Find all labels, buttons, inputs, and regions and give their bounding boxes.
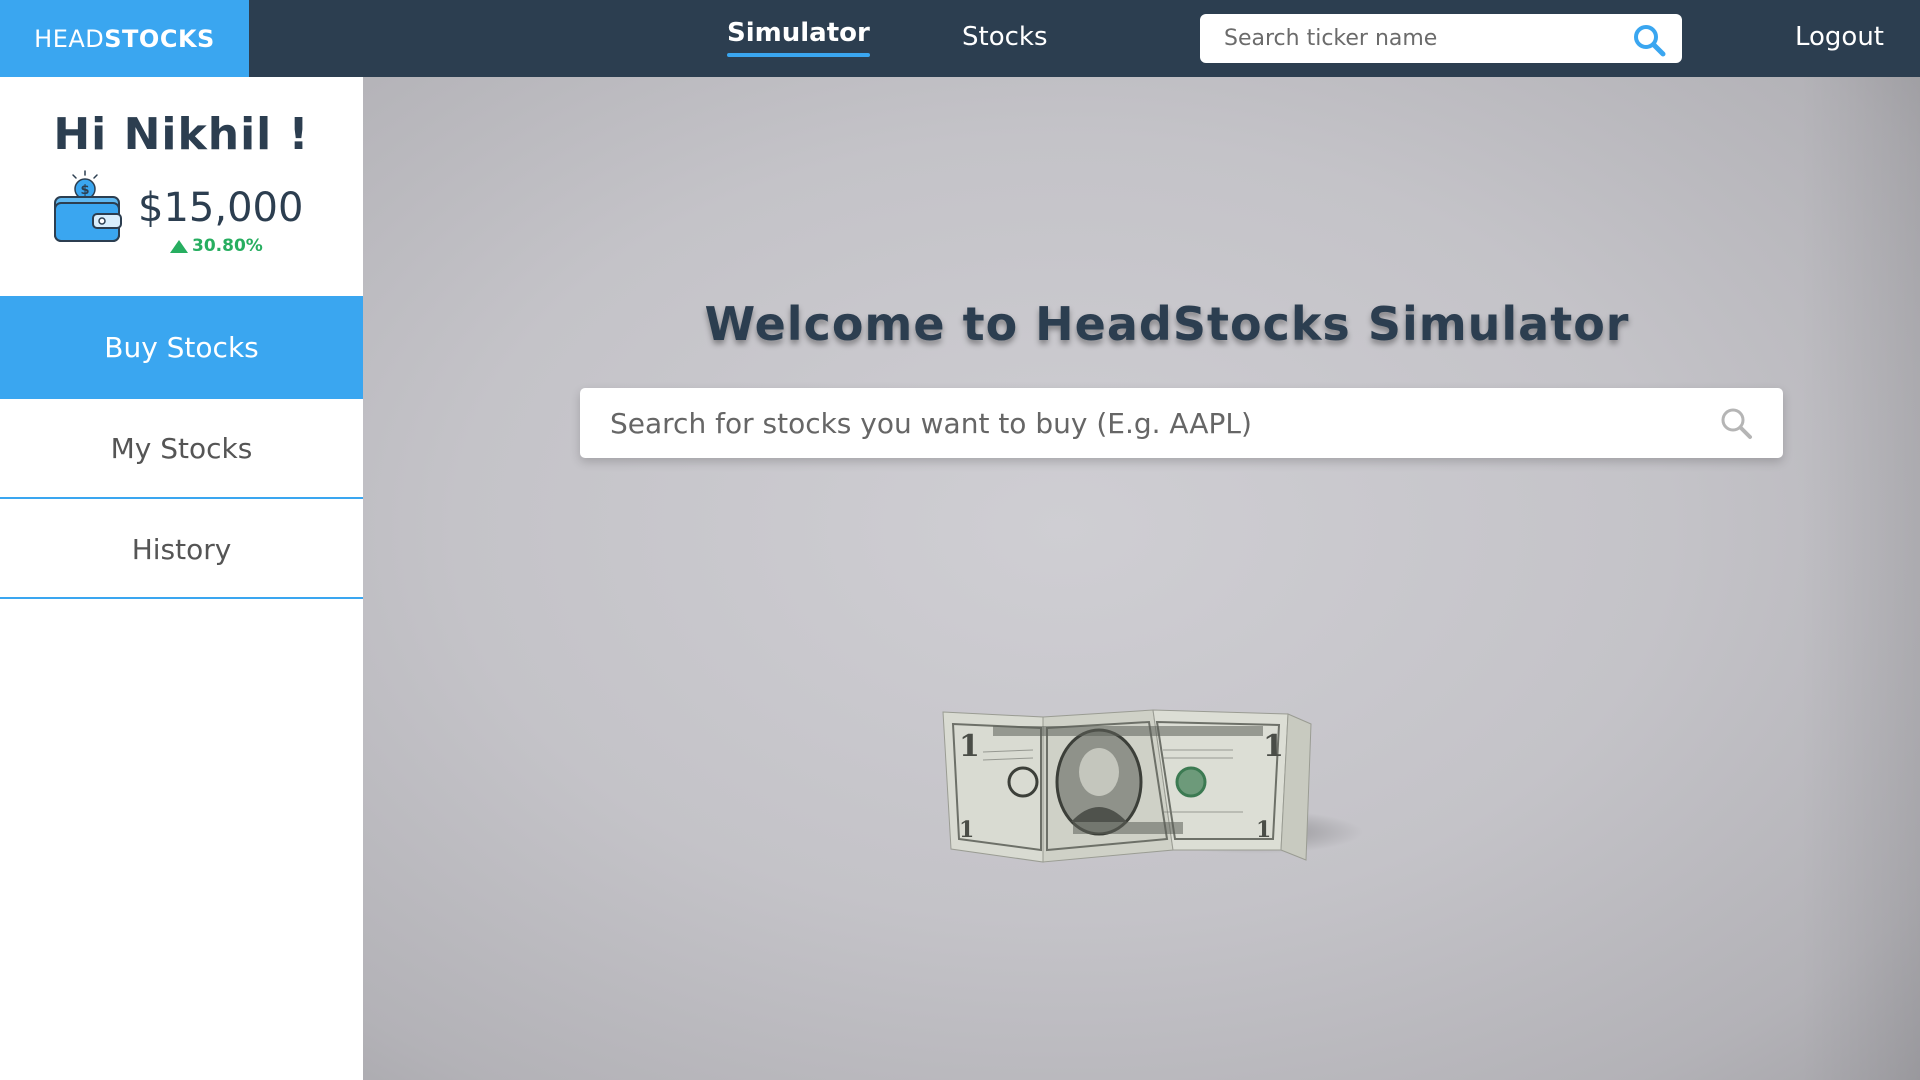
ticker-search-box — [1200, 14, 1682, 63]
wallet-icon: $ — [54, 170, 122, 242]
background-shadow — [1800, 77, 1920, 1080]
search-icon[interactable] — [1719, 406, 1753, 440]
svg-text:$: $ — [80, 183, 89, 198]
search-icon[interactable] — [1632, 23, 1666, 57]
sidebar: Hi Nikhil ! $ $15,000 30.80% Buy Stocks … — [0, 77, 363, 1080]
sidebar-item-history[interactable]: History — [0, 501, 363, 599]
sidebar-item-buy-stocks[interactable]: Buy Stocks — [0, 296, 363, 399]
dollar-bill-image: 1 1 1 1 — [942, 709, 1363, 863]
tab-stocks[interactable]: Stocks — [962, 22, 1048, 52]
tab-simulator[interactable]: Simulator — [727, 18, 870, 57]
stock-search-box — [580, 388, 1783, 458]
app-logo[interactable]: HEAD STOCKS — [0, 0, 249, 77]
page-title: Welcome to HeadStocks Simulator — [704, 297, 1630, 351]
greeting: Hi Nikhil ! — [53, 109, 310, 160]
sidebar-item-my-stocks[interactable]: My Stocks — [0, 399, 363, 499]
top-navbar: HEADSTOCKS Simulator Stocks Logout — [0, 0, 1920, 77]
balance-change: 30.80% — [170, 236, 263, 256]
arrow-up-icon — [170, 239, 188, 253]
main-hero: Welcome to HeadStocks Simulator Search f… — [363, 77, 1920, 1080]
logo-text-light: HEAD — [34, 24, 105, 53]
svg-text:1: 1 — [1256, 817, 1271, 843]
wallet-balance: $15,000 — [138, 185, 304, 231]
stock-search-input[interactable] — [610, 388, 1710, 458]
ticker-search-input[interactable] — [1224, 14, 1624, 63]
logo-text-bold: STOCKS — [104, 24, 215, 53]
svg-text:1: 1 — [959, 817, 974, 843]
balance-change-value: 30.80% — [192, 236, 263, 256]
svg-text:1: 1 — [959, 729, 980, 764]
svg-text:1: 1 — [1263, 729, 1284, 764]
logout-link[interactable]: Logout — [1795, 22, 1884, 52]
